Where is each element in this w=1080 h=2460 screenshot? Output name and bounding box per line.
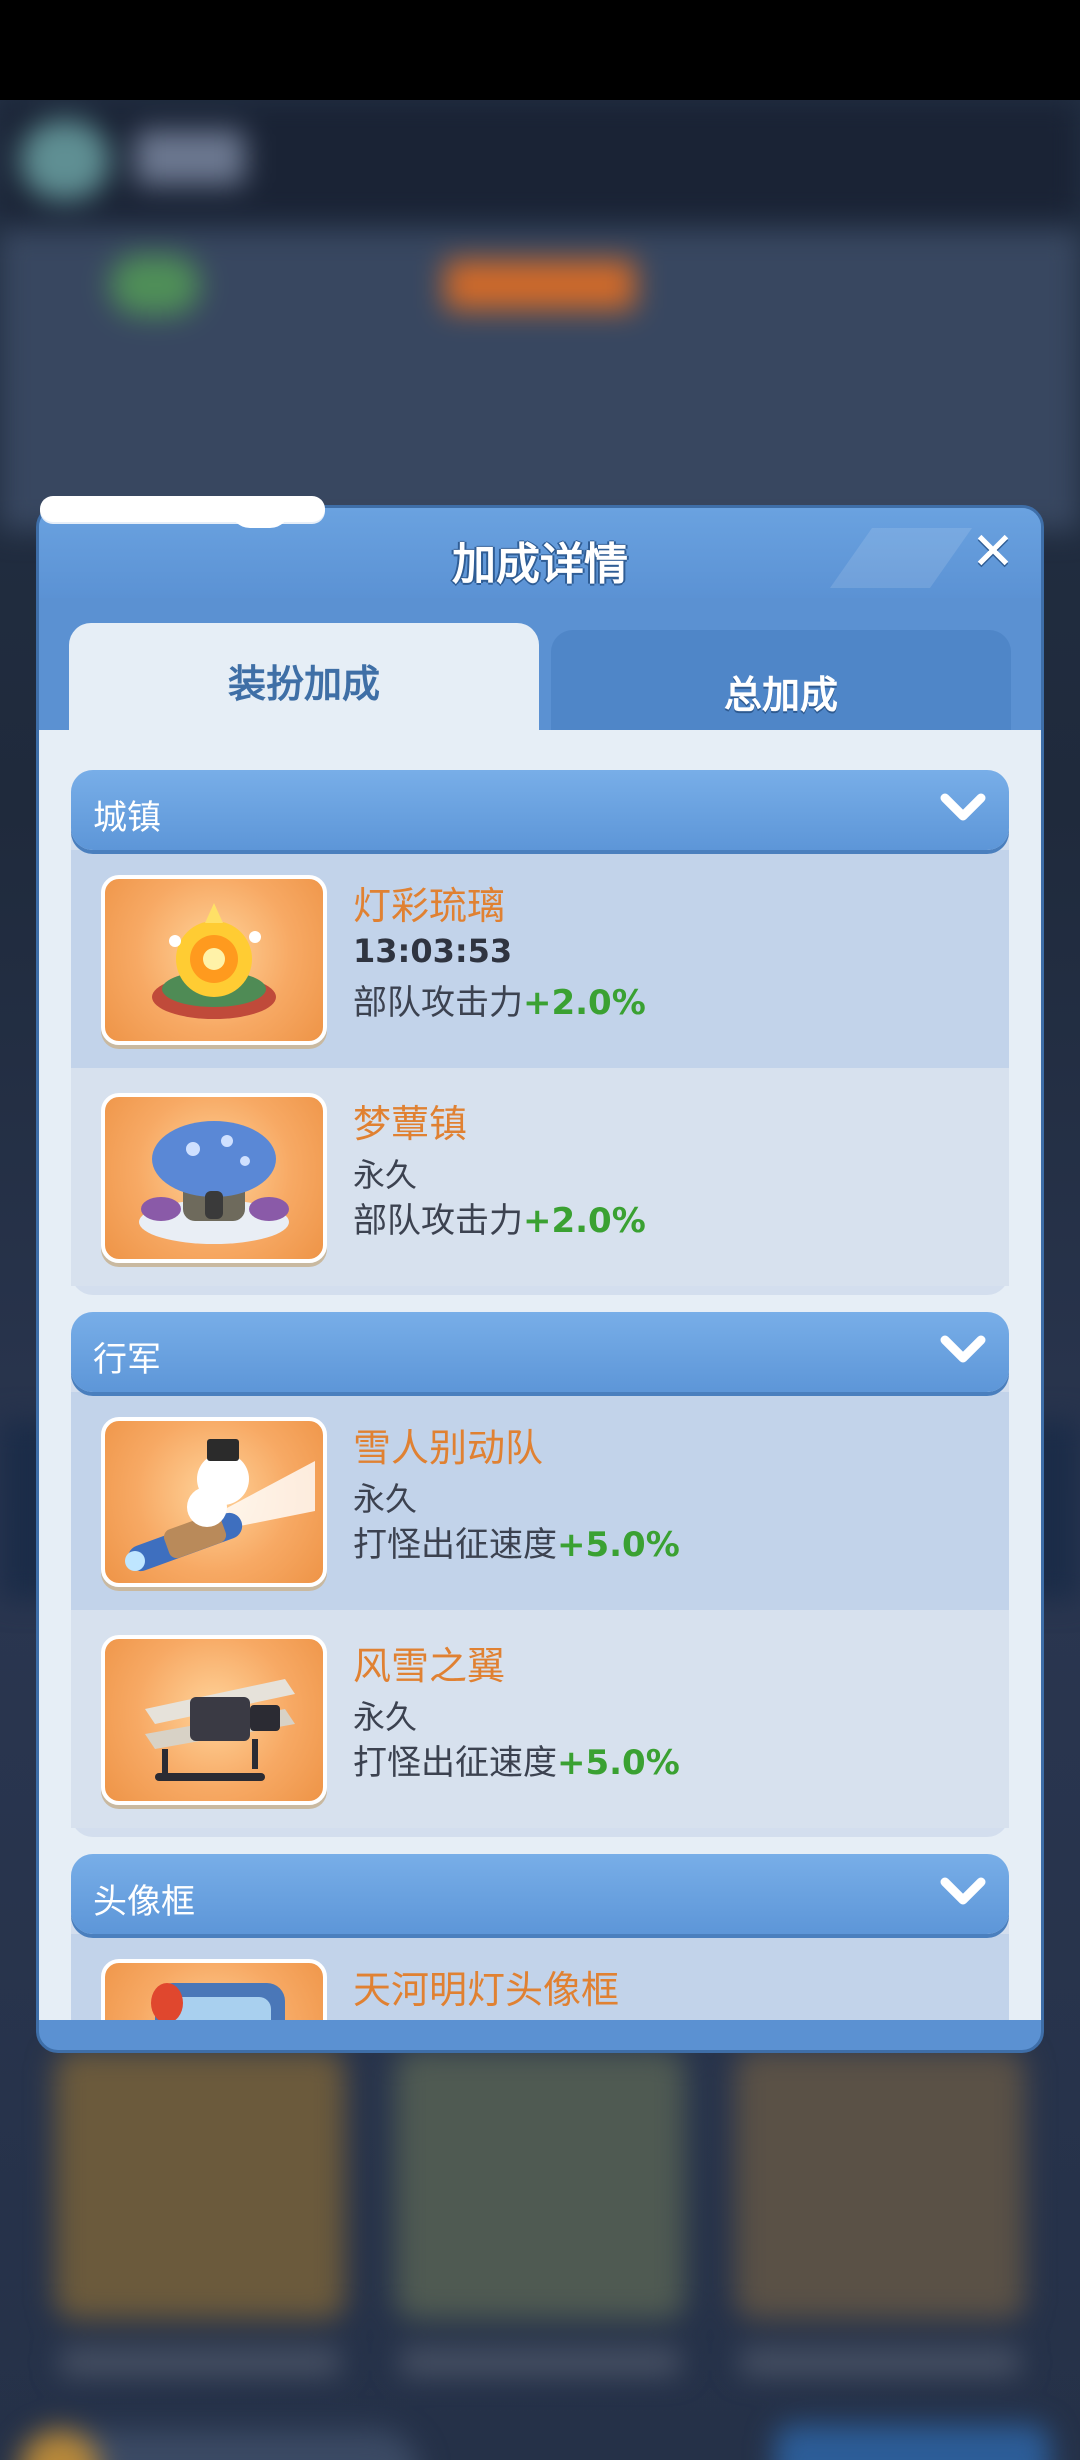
item-name: 天河明灯头像框 [353, 1968, 620, 2012]
section-label: 城镇 [93, 798, 161, 838]
tab-label: 装扮加成 [227, 662, 380, 706]
tab-total-bonus[interactable]: 总加成 [551, 630, 1011, 735]
section-march: 雪人别动队 永久 打怪出征速度+5.0% 风雪之翼 永久 打怪出征速度+5.0%… [71, 1312, 1009, 1837]
effect-value: +5.0% [557, 1743, 680, 1783]
item-duration: 永久 [353, 1698, 418, 1736]
item-effect: 打怪出征速度+5.0% [353, 1517, 680, 1566]
item-effect: 打怪出征速度+5.0% [353, 1735, 680, 1784]
chevron-down-icon [940, 793, 986, 821]
section-avatar-frame: 天河明灯头像框 永久 头像框 [71, 1854, 1009, 2020]
item-duration: 13:03:53 [353, 932, 513, 970]
dialog-title: 加成详情 [452, 539, 628, 590]
item-duration: 永久 [353, 2016, 417, 2020]
list-item[interactable]: 雪人别动队 永久 打怪出征速度+5.0% [71, 1392, 1009, 1610]
bonus-list[interactable]: 灯彩琉璃 13:03:53 部队攻击力+2.0% 梦蕈镇 永久 部队攻击力+2.… [39, 730, 1041, 2020]
section-town: 灯彩琉璃 13:03:53 部队攻击力+2.0% 梦蕈镇 永久 部队攻击力+2.… [71, 770, 1009, 1295]
lantern-building-icon [101, 875, 327, 1045]
section-label: 头像框 [93, 1882, 195, 1922]
close-icon[interactable]: ✕ [965, 526, 1021, 582]
mushroom-town-icon [101, 1093, 327, 1263]
bonus-details-dialog: 加成详情 ✕ 装扮加成 总加成 灯彩琉璃 13:03:53 部队攻击力+2.0%… [36, 505, 1044, 2053]
chevron-down-icon [940, 1877, 986, 1905]
tab-label: 总加成 [723, 673, 838, 717]
snow-decoration [40, 496, 325, 528]
effect-value: +2.0% [523, 983, 646, 1023]
item-name: 梦蕈镇 [353, 1102, 468, 1146]
list-item[interactable]: 天河明灯头像框 永久 [71, 1934, 1009, 2020]
effect-label: 部队攻击力 [353, 983, 523, 1023]
tab-outfit-bonus[interactable]: 装扮加成 [69, 623, 539, 735]
status-bar [0, 0, 1080, 100]
item-effect: 部队攻击力+2.0% [353, 1193, 646, 1242]
effect-value: +5.0% [557, 1525, 680, 1565]
section-header-town[interactable]: 城镇 [71, 770, 1009, 850]
snowman-squad-icon [101, 1417, 327, 1587]
lantern-frame-icon [101, 1959, 327, 2020]
item-effect: 部队攻击力+2.0% [353, 975, 646, 1024]
section-header-march[interactable]: 行军 [71, 1312, 1009, 1392]
list-item[interactable]: 灯彩琉璃 13:03:53 部队攻击力+2.0% [71, 850, 1009, 1068]
section-label: 行军 [93, 1340, 161, 1380]
item-duration: 永久 [353, 1480, 418, 1518]
chevron-down-icon [940, 1335, 986, 1363]
list-item[interactable]: 梦蕈镇 永久 部队攻击力+2.0% [71, 1068, 1009, 1286]
item-name: 风雪之翼 [353, 1644, 506, 1688]
item-name: 雪人别动队 [353, 1426, 544, 1470]
effect-label: 打怪出征速度 [353, 1525, 557, 1565]
item-duration: 永久 [353, 1156, 418, 1194]
effect-value: +2.0% [523, 1201, 646, 1241]
item-name: 灯彩琉璃 [353, 884, 506, 928]
snow-plane-icon [101, 1635, 327, 1805]
list-item[interactable]: 风雪之翼 永久 打怪出征速度+5.0% [71, 1610, 1009, 1828]
section-header-avatar-frame[interactable]: 头像框 [71, 1854, 1009, 1934]
effect-label: 部队攻击力 [353, 1201, 523, 1241]
effect-label: 打怪出征速度 [353, 1743, 557, 1783]
